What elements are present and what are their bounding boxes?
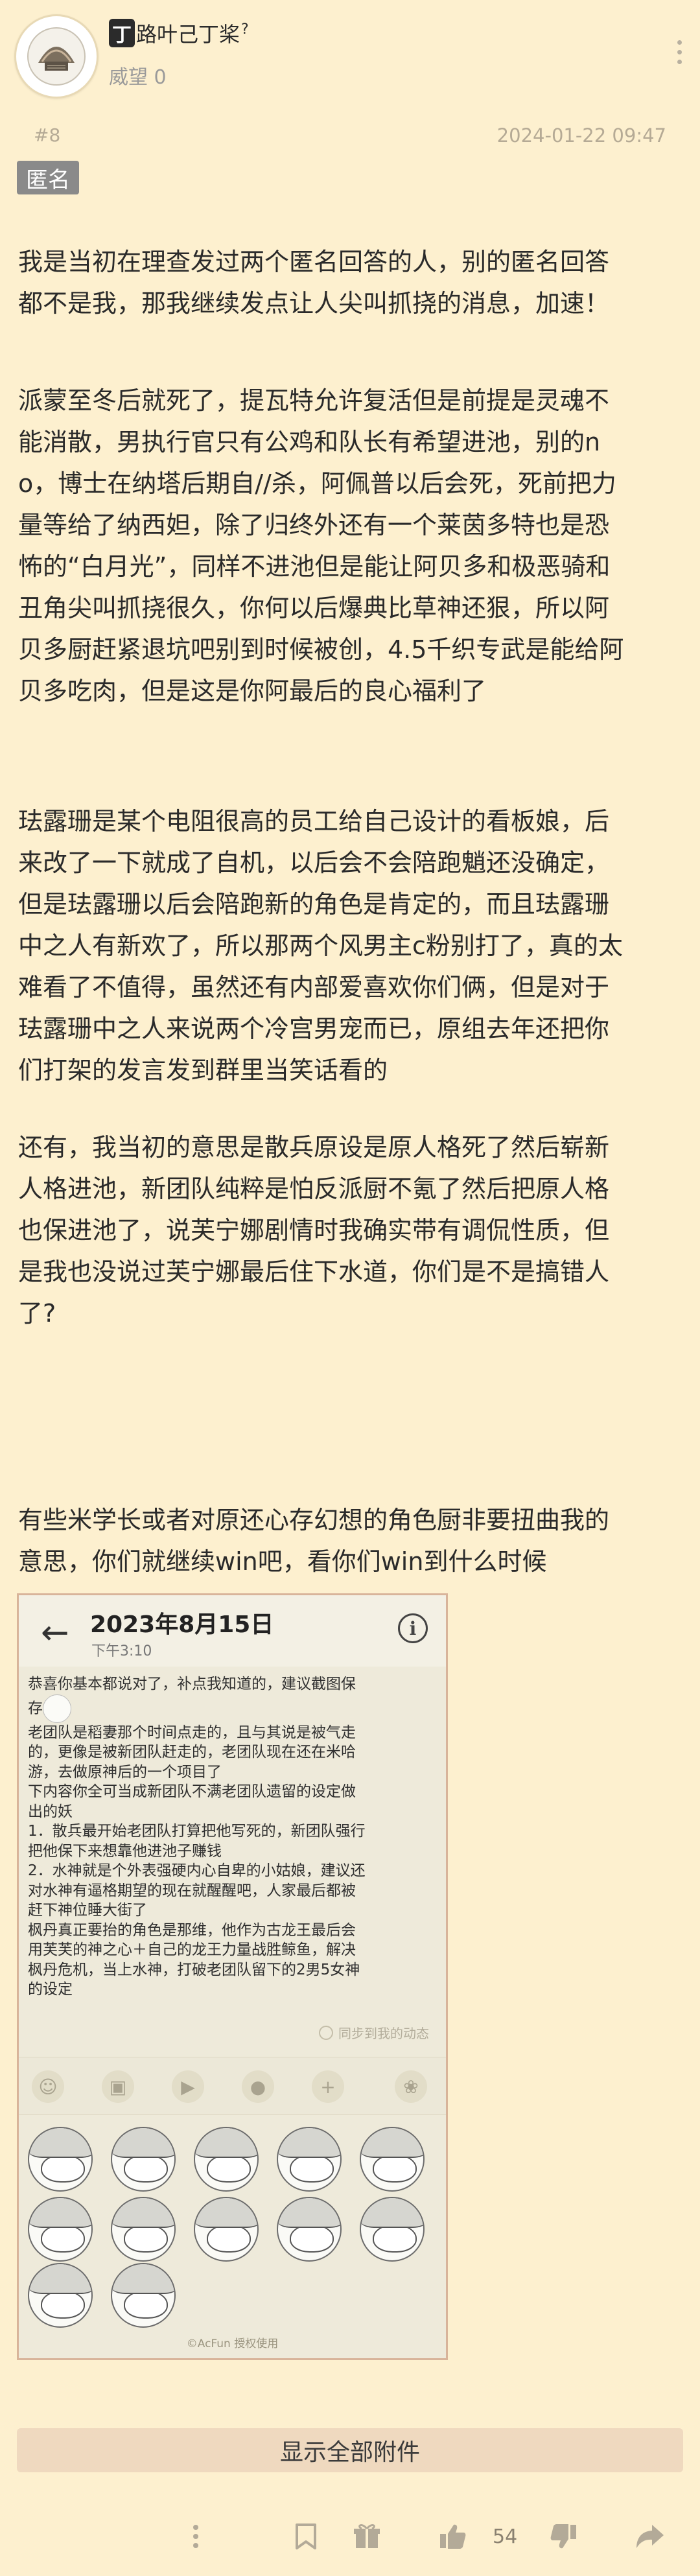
attachment-topbar: ← 2023年8月15日 下午3:10 i bbox=[19, 1595, 446, 1667]
attachment-time: 下午3:10 bbox=[91, 1643, 152, 1659]
info-icon: i bbox=[398, 1613, 428, 1643]
sticker-inline-icon bbox=[43, 1694, 71, 1723]
paragraph-text: 派蒙至冬后就死了，提瓦特允许复活但是前提是灵魂不 能消散，男执行官只有公鸡和队长… bbox=[18, 386, 624, 705]
post-paragraph: 我是当初在理查发过两个匿名回答的人，别的匿名回答 都不是我，那我继续发点让人尖叫… bbox=[18, 241, 686, 324]
video-icon: ▶ bbox=[172, 2070, 204, 2103]
sticker-icon bbox=[111, 2263, 176, 2328]
sync-label: 同步到我的动态 bbox=[338, 2026, 429, 2041]
post-paragraph: 派蒙至冬后就死了，提瓦特允许复活但是前提是灵魂不 能消散，男执行官只有公鸡和队长… bbox=[18, 380, 686, 712]
more-icon[interactable] bbox=[192, 2522, 200, 2551]
attachment-line-prefix: 存 bbox=[28, 1700, 43, 1716]
sticker-icon bbox=[194, 2127, 259, 2192]
floor-number: #8 bbox=[34, 124, 61, 146]
plus-icon: + bbox=[312, 2070, 344, 2103]
attachment-line: 恭喜你基本都说对了，补点我知道的，建议截图保 bbox=[28, 1676, 356, 1692]
dislike-icon[interactable] bbox=[550, 2522, 578, 2551]
paragraph-text: 还有，我当初的意思是散兵原设是原人格死了然后崭新 人格进池，新团队纯粹是怕反派厨… bbox=[18, 1133, 610, 1328]
sticker-icon bbox=[360, 2127, 425, 2192]
attachment-watermark: ©AcFun 授权使用 bbox=[186, 2337, 279, 2350]
post-paragraph: 还有，我当初的意思是散兵原设是原人格死了然后崭新 人格进池，新团队纯粹是怕反派厨… bbox=[18, 1127, 686, 1334]
post-datetime: 2024-01-22 09:47 bbox=[496, 124, 666, 146]
more-options-icon[interactable] bbox=[675, 40, 683, 69]
username[interactable]: 路叶己丁桨 bbox=[136, 18, 240, 48]
back-arrow-icon: ← bbox=[41, 1613, 69, 1652]
username-suffix: ? bbox=[241, 21, 249, 38]
gift-icon[interactable] bbox=[353, 2522, 381, 2551]
sticker-icon bbox=[360, 2197, 425, 2262]
user-avatar[interactable] bbox=[14, 14, 99, 99]
mic-icon: ● bbox=[242, 2070, 274, 2103]
like-icon[interactable] bbox=[438, 2522, 467, 2551]
sticker-icon bbox=[28, 2127, 93, 2192]
sticker-icon bbox=[111, 2197, 176, 2262]
action-bar: 54 bbox=[0, 2507, 700, 2566]
sticker-pack-icon: ❀ bbox=[395, 2070, 427, 2103]
checkbox-icon bbox=[319, 2025, 333, 2040]
user-reputation: 威望 0 bbox=[109, 66, 167, 89]
emoji-icon: ☺ bbox=[32, 2070, 64, 2103]
sticker-icon bbox=[111, 2127, 176, 2192]
user-name-line[interactable]: 丁 路叶己丁桨 ? bbox=[109, 18, 249, 48]
attachment-body: 老团队是稻妻那个时间点走的，且与其说是被气走 的，更像是被新团队赶走的，老团队现… bbox=[28, 1724, 366, 1998]
sticker-grid bbox=[28, 2127, 443, 2328]
sticker-icon bbox=[277, 2197, 342, 2262]
attachment-text: 恭喜你基本都说对了，补点我知道的，建议截图保 存 老团队是稻妻那个时间点走的，且… bbox=[28, 1674, 436, 2000]
image-icon: ▣ bbox=[102, 2070, 134, 2103]
anonymous-tag: 匿名 bbox=[17, 161, 79, 194]
sticker-icon bbox=[194, 2197, 259, 2262]
paragraph-text: 有些米学长或者对原还心存幻想的角色厨非要扭曲我的 意思，你们就继续win吧，看你… bbox=[18, 1506, 610, 1576]
like-count: 54 bbox=[493, 2525, 518, 2548]
paragraph-text: 珐露珊是某个电阻很高的员工给自己设计的看板娘，后 来改了一下就成了自机，以后会不… bbox=[18, 807, 623, 1084]
post-paragraph: 珐露珊是某个电阻很高的员工给自己设计的看板娘，后 来改了一下就成了自机，以后会不… bbox=[18, 801, 686, 1091]
attachment-toolbar: ☺ ▣ ▶ ● + ❀ bbox=[19, 2057, 446, 2115]
sync-option: 同步到我的动态 bbox=[319, 2023, 429, 2042]
post-header: 丁 路叶己丁桨 ? 威望 0 bbox=[0, 0, 700, 117]
sticker-icon bbox=[277, 2127, 342, 2192]
sticker-icon bbox=[28, 2263, 93, 2328]
attachment-date: 2023年8月15日 bbox=[90, 1611, 274, 1638]
sticker-icon bbox=[28, 2197, 93, 2262]
show-all-attachments-button[interactable]: 显示全部附件 bbox=[17, 2428, 683, 2472]
attachment-image[interactable]: ← 2023年8月15日 下午3:10 i 恭喜你基本都说对了，补点我知道的，建… bbox=[17, 1593, 448, 2360]
bookmark-icon[interactable] bbox=[293, 2522, 319, 2551]
avatar-helmet-icon bbox=[27, 27, 86, 86]
paragraph-text: 我是当初在理查发过两个匿名回答的人，别的匿名回答 都不是我，那我继续发点让人尖叫… bbox=[18, 248, 610, 318]
post-paragraph: 有些米学长或者对原还心存幻想的角色厨非要扭曲我的 意思，你们就继续win吧，看你… bbox=[18, 1499, 686, 1582]
share-icon[interactable] bbox=[635, 2522, 665, 2551]
user-badge: 丁 bbox=[109, 19, 135, 47]
